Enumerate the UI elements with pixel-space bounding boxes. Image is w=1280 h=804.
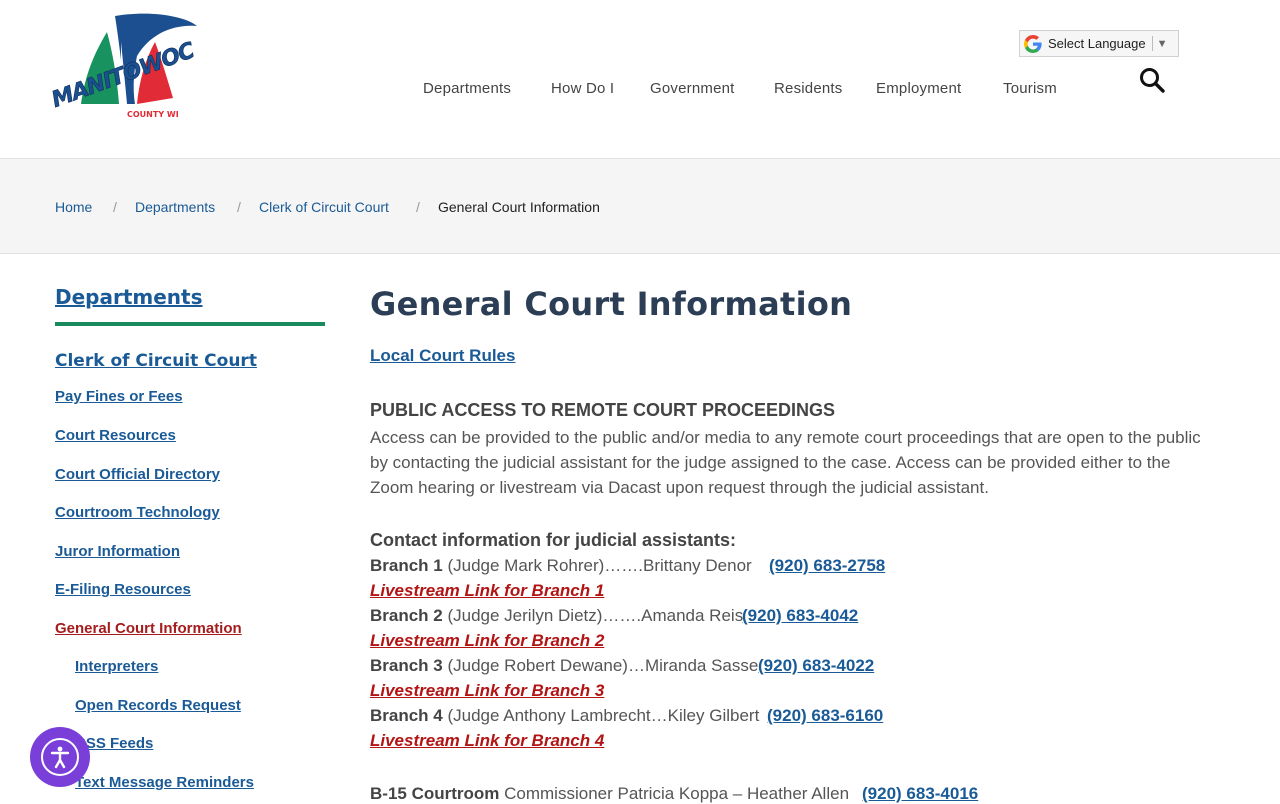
branch-3-row: Branch 3 (Judge Robert Dewane)…Miranda S… xyxy=(370,656,758,676)
sidebar-subitem-text-reminders[interactable]: Text Message Reminders xyxy=(75,774,254,791)
branch-label: Branch 3 xyxy=(370,656,443,675)
nav-residents[interactable]: Residents xyxy=(774,80,843,97)
language-select[interactable]: Select Language ▼ xyxy=(1019,30,1179,57)
branch-1-livestream-link[interactable]: Livestream Link for Branch 1 xyxy=(370,581,604,601)
breadcrumb-separator: / xyxy=(113,199,117,215)
sidebar-item-pay-fines[interactable]: Pay Fines or Fees xyxy=(55,388,183,405)
sidebar-subitem-interpreters[interactable]: Interpreters xyxy=(75,658,158,675)
breadcrumb-clerk[interactable]: Clerk of Circuit Court xyxy=(259,199,389,215)
b15-detail: Commissioner Patricia Koppa – Heather Al… xyxy=(499,784,850,803)
b15-row: B-15 Courtroom Commissioner Patricia Kop… xyxy=(370,784,849,804)
contact-heading: Contact information for judicial assista… xyxy=(370,530,737,550)
local-court-rules-link[interactable]: Local Court Rules xyxy=(370,346,515,366)
breadcrumb: Home / Departments / Clerk of Circuit Co… xyxy=(0,159,1280,254)
branch-2-row: Branch 2 (Judge Jerilyn Dietz)…….Amanda … xyxy=(370,606,743,626)
logo-subtitle: COUNTY WI xyxy=(127,110,179,119)
branch-1-phone[interactable]: (920) 683-2758 xyxy=(769,556,885,576)
site-logo[interactable]: MANITOWOC COUNTY WI xyxy=(48,12,205,144)
nav-government[interactable]: Government xyxy=(650,80,735,97)
breadcrumb-home[interactable]: Home xyxy=(55,199,92,215)
branch-label: Branch 2 xyxy=(370,606,443,625)
branch-3-livestream-link[interactable]: Livestream Link for Branch 3 xyxy=(370,681,604,701)
public-access-line: Zoom hearing or livestream via Dacast up… xyxy=(370,478,989,497)
sidebar-item-e-filing[interactable]: E-Filing Resources xyxy=(55,581,191,598)
branch-label: Branch 1 xyxy=(370,556,443,575)
accessibility-button[interactable] xyxy=(30,727,90,787)
sidebar-item-general-court-information[interactable]: General Court Information xyxy=(55,620,242,637)
chevron-down-icon: ▼ xyxy=(1156,37,1168,50)
sidebar-item-court-official-directory[interactable]: Court Official Directory xyxy=(55,466,220,483)
language-divider xyxy=(1151,36,1153,51)
site-header: MANITOWOC COUNTY WI Select Language ▼ De… xyxy=(0,0,1280,159)
sidebar-subitem-open-records[interactable]: Open Records Request xyxy=(75,697,241,714)
nav-departments[interactable]: Departments xyxy=(423,80,511,97)
accessibility-icon xyxy=(50,746,70,769)
branch-label: Branch 4 xyxy=(370,706,443,725)
sidebar-item-juror-information[interactable]: Juror Information xyxy=(55,543,180,560)
public-access-text: Access can be provided to the public and… xyxy=(370,425,1230,500)
search-icon xyxy=(1140,68,1165,93)
sidebar-item-courtroom-technology[interactable]: Courtroom Technology xyxy=(55,504,220,521)
sidebar-divider xyxy=(55,322,325,326)
sidebar-title[interactable]: Departments xyxy=(55,285,203,309)
branch-1-row: Branch 1 (Judge Mark Rohrer)…….Brittany … xyxy=(370,556,752,576)
breadcrumb-current: General Court Information xyxy=(438,199,600,215)
language-label: Select Language xyxy=(1048,36,1146,51)
breadcrumb-separator: / xyxy=(237,199,241,215)
branch-4-livestream-link[interactable]: Livestream Link for Branch 4 xyxy=(370,731,604,751)
branch-2-livestream-link[interactable]: Livestream Link for Branch 2 xyxy=(370,631,604,651)
breadcrumb-separator: / xyxy=(416,199,420,215)
breadcrumb-departments[interactable]: Departments xyxy=(135,199,215,215)
branch-detail: (Judge Robert Dewane)…Miranda Sasse xyxy=(442,656,759,675)
nav-tourism[interactable]: Tourism xyxy=(1003,80,1057,97)
b15-phone[interactable]: (920) 683-4016 xyxy=(862,784,978,804)
google-icon xyxy=(1024,34,1042,53)
branch-4-row: Branch 4 (Judge Anthony Lambrecht…Kiley … xyxy=(370,706,759,726)
public-access-line: Access can be provided to the public and… xyxy=(370,428,1201,447)
branch-detail: (Judge Anthony Lambrecht…Kiley Gilbert xyxy=(442,706,760,725)
public-access-line: by contacting the judicial assistant for… xyxy=(370,453,1171,472)
sidebar-item-court-resources[interactable]: Court Resources xyxy=(55,427,176,444)
branch-3-phone[interactable]: (920) 683-4022 xyxy=(758,656,874,676)
branch-2-phone[interactable]: (920) 683-4042 xyxy=(742,606,858,626)
nav-employment[interactable]: Employment xyxy=(876,80,961,97)
branch-detail: (Judge Jerilyn Dietz)…….Amanda Reis xyxy=(442,606,744,625)
search-button[interactable] xyxy=(1138,66,1166,94)
branch-4-phone[interactable]: (920) 683-6160 xyxy=(767,706,883,726)
nav-how-do-i[interactable]: How Do I xyxy=(551,80,614,97)
page-title: General Court Information xyxy=(370,285,853,323)
public-access-heading: PUBLIC ACCESS TO REMOTE COURT PROCEEDING… xyxy=(370,400,836,420)
sidebar-section-clerk[interactable]: Clerk of Circuit Court xyxy=(55,351,257,371)
branch-detail: (Judge Mark Rohrer)…….Brittany Denor xyxy=(442,556,752,575)
b15-label: B-15 Courtroom xyxy=(370,784,500,803)
